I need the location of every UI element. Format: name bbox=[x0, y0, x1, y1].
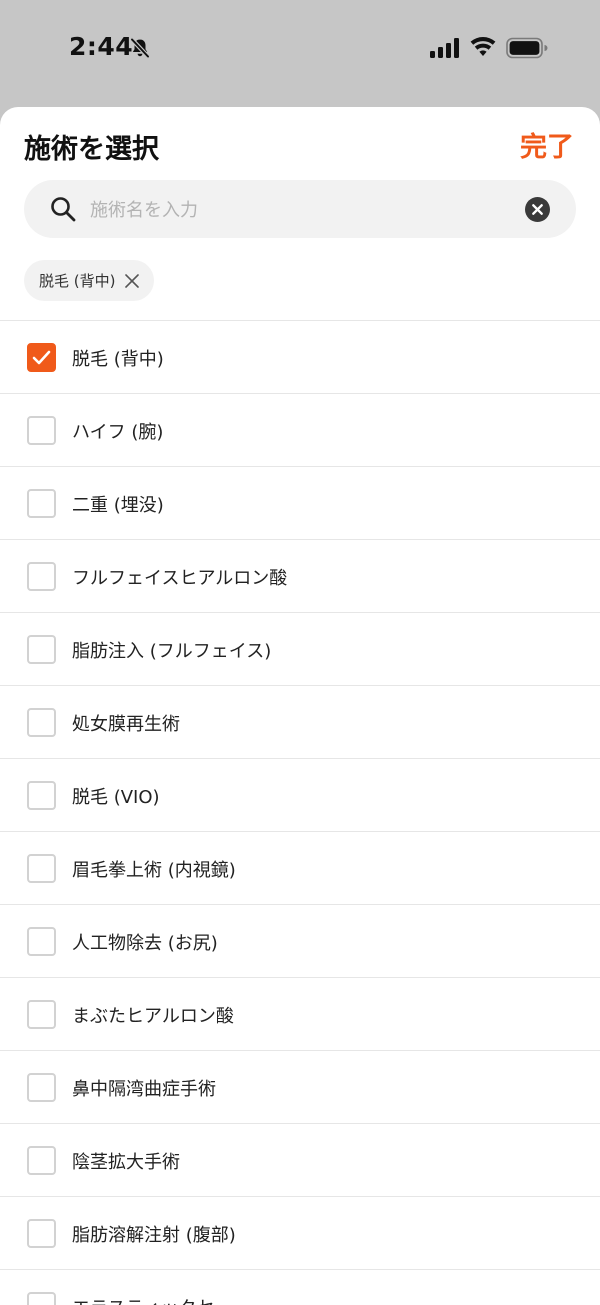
list-item-label: 処女膜再生術 bbox=[72, 714, 180, 735]
treatment-list: 脱毛 (背中) ハイフ (腕) 二重 (埋没) フルフェイスヒアルロン酸 脂肪注入 (フ… bbox=[0, 320, 600, 1305]
checkbox[interactable] bbox=[27, 416, 56, 445]
list-item-label: ハイフ (腕) bbox=[72, 422, 164, 443]
list-item[interactable]: 脱毛 (VIO) bbox=[0, 759, 600, 832]
checkbox[interactable] bbox=[27, 635, 56, 664]
list-item-label: 人工物除去 (お尻) bbox=[72, 933, 218, 954]
checkbox[interactable] bbox=[27, 1219, 56, 1248]
screen: 2:44 施術を選択 完了 施術名を入力 脱毛 (背中) 脱毛 (背中) ハイフ… bbox=[0, 0, 600, 1305]
checkbox[interactable] bbox=[27, 489, 56, 518]
selected-chip[interactable]: 脱毛 (背中) bbox=[24, 260, 155, 301]
list-item[interactable]: フルフェイスヒアルロン酸 bbox=[0, 540, 600, 613]
list-item[interactable]: 二重 (埋没) bbox=[0, 467, 600, 540]
list-item[interactable]: 眉毛拳上術 (内視鏡) bbox=[0, 832, 600, 905]
checkbox[interactable] bbox=[27, 1146, 56, 1175]
search-input[interactable] bbox=[88, 190, 512, 230]
list-item[interactable]: 脂肪溶解注射 (腹部) bbox=[0, 1197, 600, 1270]
clear-circle-icon[interactable] bbox=[525, 197, 550, 222]
list-item-label: 眉毛拳上術 (内視鏡) bbox=[72, 860, 236, 881]
list-item[interactable]: エラスティックセ bbox=[0, 1270, 600, 1305]
list-item[interactable]: 脱毛 (背中) bbox=[0, 321, 600, 394]
checkbox[interactable] bbox=[27, 1000, 56, 1029]
sheet-title: 施術を選択 bbox=[24, 134, 159, 165]
list-item[interactable]: 陰茎拡大手術 bbox=[0, 1124, 600, 1197]
list-item-label: 脱毛 (VIO) bbox=[72, 787, 160, 808]
bell-slash-icon bbox=[129, 37, 151, 59]
checkbox[interactable] bbox=[27, 708, 56, 737]
list-item[interactable]: 人工物除去 (お尻) bbox=[0, 905, 600, 978]
search-icon bbox=[51, 197, 76, 222]
list-item-label: エラスティックセ bbox=[72, 1294, 215, 1305]
list-item-label: 鼻中隔湾曲症手術 bbox=[72, 1079, 216, 1100]
checkbox[interactable] bbox=[27, 781, 56, 810]
list-item-label: 脱毛 (背中) bbox=[72, 349, 164, 370]
list-item-label: 脂肪注入 (フルフェイス) bbox=[72, 641, 272, 662]
status-bar: 2:44 bbox=[0, 0, 600, 100]
list-item[interactable]: 処女膜再生術 bbox=[0, 686, 600, 759]
search-bar[interactable] bbox=[24, 180, 576, 238]
checkbox[interactable] bbox=[27, 1073, 56, 1102]
battery-icon bbox=[506, 37, 548, 59]
list-item-label: 陰茎拡大手術 bbox=[72, 1152, 180, 1173]
chip-label: 脱毛 (背中) bbox=[39, 272, 116, 290]
list-item[interactable]: 鼻中隔湾曲症手術 bbox=[0, 1051, 600, 1124]
treatment-select-sheet: 施術を選択 完了 脱毛 (背中) 脱毛 (背中) ハイフ (腕) 二重 (埋没) フル… bbox=[0, 107, 600, 1305]
checkbox[interactable] bbox=[27, 854, 56, 883]
list-item[interactable]: まぶたヒアルロン酸 bbox=[0, 978, 600, 1051]
cellular-signal-icon bbox=[430, 38, 459, 58]
list-item-label: フルフェイスヒアルロン酸 bbox=[72, 568, 288, 589]
list-item-label: 二重 (埋没) bbox=[72, 495, 164, 516]
list-item[interactable]: 脂肪注入 (フルフェイス) bbox=[0, 613, 600, 686]
checkbox[interactable] bbox=[27, 562, 56, 591]
checkbox[interactable] bbox=[27, 927, 56, 956]
done-button[interactable]: 完了 bbox=[520, 125, 574, 164]
list-item-label: まぶたヒアルロン酸 bbox=[72, 1006, 234, 1027]
status-time: 2:44 bbox=[69, 32, 134, 61]
list-item-label: 脂肪溶解注射 (腹部) bbox=[72, 1225, 236, 1246]
checkmark-icon bbox=[32, 350, 51, 365]
list-item[interactable]: ハイフ (腕) bbox=[0, 394, 600, 467]
checkbox[interactable] bbox=[27, 1292, 56, 1305]
checkbox[interactable] bbox=[27, 343, 56, 372]
wifi-icon bbox=[470, 37, 496, 56]
close-icon[interactable] bbox=[124, 273, 140, 289]
